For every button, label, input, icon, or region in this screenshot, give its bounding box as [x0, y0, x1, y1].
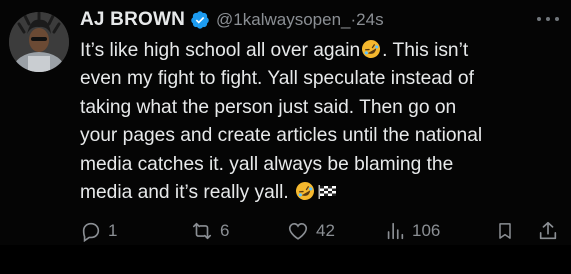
bookmark-button[interactable]	[495, 220, 515, 242]
views-chart-icon	[387, 222, 404, 240]
reply-count: 1	[108, 221, 118, 240]
reply-button[interactable]: 1	[80, 220, 117, 242]
reply-icon	[82, 222, 100, 242]
share-button[interactable]	[537, 220, 559, 242]
like-count: 42	[316, 221, 335, 240]
repost-count: 6	[220, 221, 230, 240]
views-button[interactable]: 106	[384, 220, 440, 242]
share-icon	[539, 221, 557, 240]
bookmark-icon	[499, 223, 511, 239]
heart-icon	[288, 223, 308, 240]
views-count: 106	[412, 221, 441, 240]
repost-button[interactable]: 6	[190, 220, 229, 242]
repost-icon	[192, 222, 212, 240]
like-button[interactable]: 42	[286, 220, 335, 242]
